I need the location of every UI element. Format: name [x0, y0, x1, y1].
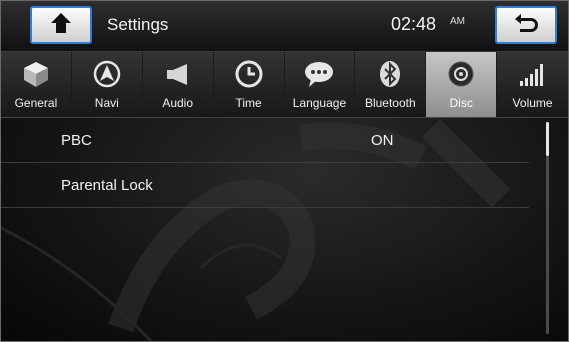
tab-disc[interactable]: Disc: [426, 52, 498, 117]
scrollbar-thumb[interactable]: [546, 122, 549, 156]
setting-label: Parental Lock: [61, 177, 153, 194]
setting-row-pbc[interactable]: PBC ON: [1, 118, 529, 163]
back-arrow-icon: [512, 12, 540, 39]
header-bar: Settings 02:48 AM: [1, 1, 568, 52]
back-button[interactable]: [495, 6, 557, 44]
tab-label: Bluetooth: [364, 96, 416, 110]
tab-time[interactable]: Time: [214, 52, 285, 117]
app-frame: Settings 02:48 AM General Navi Audio Tim…: [0, 0, 569, 342]
tab-label: Volume: [512, 96, 553, 110]
settings-tab-bar: General Navi Audio Time Language Bluetoo…: [1, 52, 568, 118]
tab-label: Navi: [94, 96, 119, 110]
clock-icon: [233, 59, 265, 89]
setting-label: PBC: [61, 132, 92, 149]
speech-bubble-icon: [303, 59, 335, 89]
tab-general[interactable]: General: [1, 52, 72, 117]
tab-label: Disc: [449, 96, 473, 110]
volume-bars-icon: [517, 59, 549, 89]
tab-label: Language: [292, 96, 347, 110]
disc-icon: [445, 59, 477, 89]
tab-volume[interactable]: Volume: [497, 52, 568, 117]
page-title: Settings: [107, 15, 169, 34]
tab-label: General: [14, 96, 58, 110]
tab-label: Time: [235, 96, 262, 110]
home-button[interactable]: [30, 6, 92, 44]
tab-language[interactable]: Language: [285, 52, 356, 117]
tab-label: Audio: [162, 96, 194, 110]
settings-list: PBC ON Parental Lock: [1, 118, 568, 341]
speaker-icon: [162, 59, 194, 89]
tab-navi[interactable]: Navi: [72, 52, 143, 117]
bluetooth-icon: [374, 59, 406, 89]
clock-ampm: AM: [450, 16, 465, 27]
tab-audio[interactable]: Audio: [143, 52, 214, 117]
tab-bluetooth[interactable]: Bluetooth: [355, 52, 427, 117]
clock-time: 02:48: [391, 14, 437, 34]
setting-row-parental-lock[interactable]: Parental Lock: [1, 163, 529, 208]
navigation-arrow-icon: [91, 59, 123, 89]
cube-icon: [20, 59, 52, 89]
setting-value: ON: [371, 132, 394, 149]
home-icon: [49, 11, 73, 40]
